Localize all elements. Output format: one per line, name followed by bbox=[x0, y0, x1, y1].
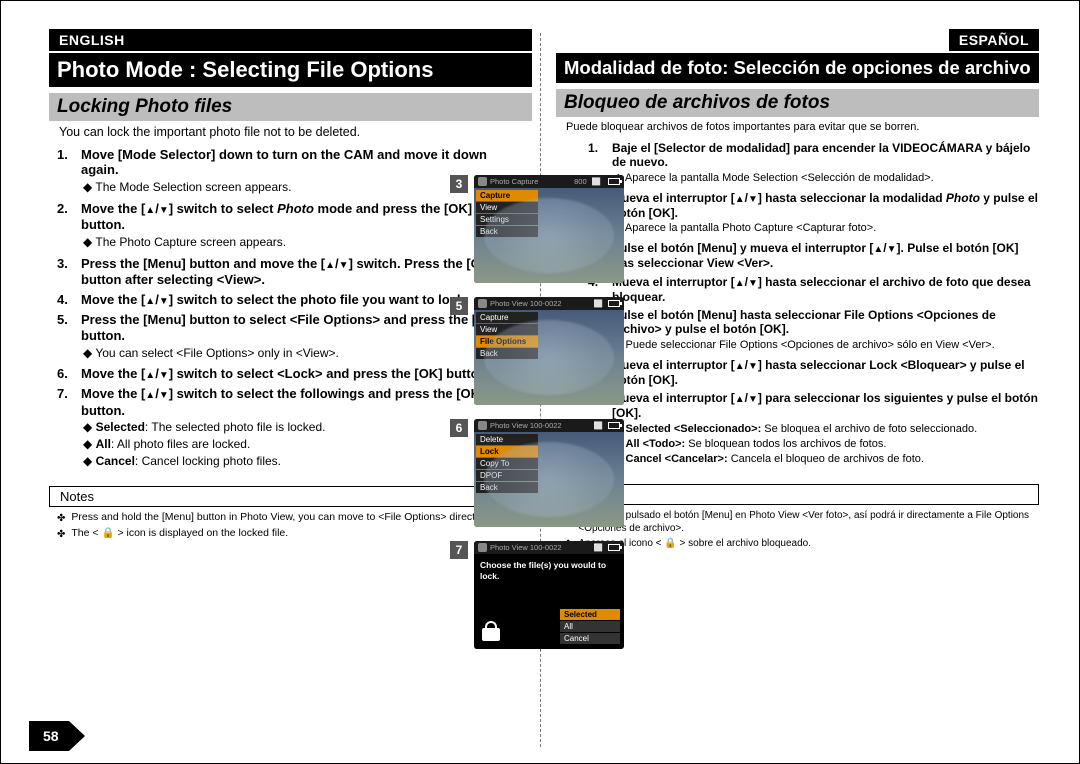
notes-list-es: Mantenga pulsado el botón [Menu] en Phot… bbox=[556, 509, 1039, 553]
page-number-badge: 58 bbox=[29, 721, 69, 751]
subheading-es: Bloqueo de archivos de fotos bbox=[556, 89, 1039, 117]
screenshot-column: 3 Photo Capture800⬜ Capture View Setting… bbox=[450, 175, 625, 649]
step-1-text: Move [Mode Selector] down to turn on the… bbox=[81, 147, 487, 178]
screenshot-num-5: 5 bbox=[450, 297, 468, 315]
screenshot-7-message: Choose the file(s) you would to lock. bbox=[474, 554, 624, 588]
subheading-en: Locking Photo files bbox=[49, 93, 532, 121]
intro-es: Puede bloquear archivos de fotos importa… bbox=[556, 121, 1039, 135]
menu-3: Capture View Settings Back bbox=[476, 190, 538, 238]
camera-icon bbox=[478, 543, 487, 552]
spanish-column: ESPAÑOL Modalidad de foto: Selección de … bbox=[556, 29, 1039, 747]
page-number: 58 bbox=[43, 728, 59, 744]
screenshot-5: 5 Photo View 100-0022⬜ Capture View File… bbox=[450, 297, 625, 405]
intro-en: You can lock the important photo file no… bbox=[49, 125, 532, 141]
lock-icon bbox=[482, 621, 500, 641]
screenshot-7: 7 Photo View 100-0022⬜ Choose the file(s… bbox=[450, 541, 625, 649]
battery-icon bbox=[608, 422, 620, 429]
battery-icon bbox=[608, 544, 620, 551]
camera-icon bbox=[478, 177, 487, 186]
menu-6: Delete Lock Copy To DPOF Back bbox=[476, 434, 538, 494]
lang-tab-es: ESPAÑOL bbox=[949, 29, 1039, 51]
step-2-sub: The Photo Capture screen appears. bbox=[81, 235, 504, 250]
manual-page: ENGLISH Photo Mode : Selecting File Opti… bbox=[0, 0, 1080, 764]
battery-icon bbox=[608, 178, 620, 185]
heading-es: Modalidad de foto: Selección de opciones… bbox=[556, 53, 1039, 83]
menu-5: Capture View File Options Back bbox=[476, 312, 538, 360]
heading-en: Photo Mode : Selecting File Options bbox=[49, 53, 532, 87]
camera-icon bbox=[478, 421, 487, 430]
screenshot-num-6: 6 bbox=[450, 419, 468, 437]
battery-icon bbox=[608, 300, 620, 307]
screenshot-3: 3 Photo Capture800⬜ Capture View Setting… bbox=[450, 175, 625, 283]
screenshot-7-options: Selected All Cancel bbox=[560, 609, 620, 645]
step-5-sub: You can select <File Options> only in <V… bbox=[81, 346, 504, 361]
step-1-sub: The Mode Selection screen appears. bbox=[81, 180, 504, 195]
lang-tab-en: ENGLISH bbox=[49, 29, 532, 51]
camera-icon bbox=[478, 299, 487, 308]
screenshot-num-3: 3 bbox=[450, 175, 468, 193]
screenshot-6: 6 Photo View 100-0022⬜ Delete Lock Copy … bbox=[450, 419, 625, 527]
screenshot-num-7: 7 bbox=[450, 541, 468, 559]
notes-label-es: Notas bbox=[556, 484, 1039, 505]
steps-es: Baje el [Selector de modalidad] para enc… bbox=[556, 141, 1039, 473]
